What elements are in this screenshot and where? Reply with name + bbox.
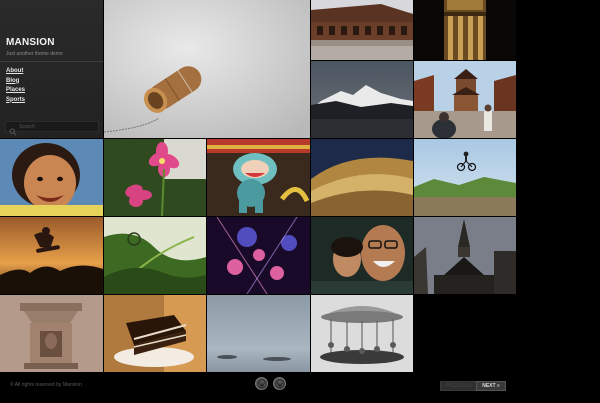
main-nav: About Blog Places Sports [6, 67, 25, 105]
site-tagline: Just another theme demo [6, 51, 63, 57]
photo-tile-friends-selfie[interactable] [311, 217, 413, 294]
footer: © All rights reserved by Mansion PREVIOU… [0, 372, 600, 403]
previous-button[interactable]: PREVIOUS [440, 381, 476, 391]
pagination: PREVIOUS NEXT » [440, 381, 506, 391]
sidebar: MANSION Just another theme demo About Bl… [0, 0, 103, 138]
photo-tile-abstract-curve[interactable] [311, 139, 413, 216]
search-input[interactable] [19, 123, 98, 130]
brand: MANSION Just another theme demo [6, 37, 63, 57]
photo-tile-palace-courtyard[interactable] [311, 0, 413, 60]
search-icon [9, 123, 17, 136]
photo-tile-temple-square[interactable] [414, 61, 516, 138]
nav-item-about[interactable]: About [6, 68, 23, 74]
photo-tile-lake-island[interactable] [207, 295, 310, 372]
photo-tile-foggy-boat[interactable] [104, 0, 310, 138]
photo-tile-lion-statue[interactable] [207, 139, 310, 216]
site-title[interactable]: MANSION [6, 37, 63, 48]
nav-item-places[interactable]: Places [6, 87, 25, 93]
photo-tile-mountain-sunrise[interactable] [311, 61, 413, 138]
photo-tile-pink-flowers[interactable] [104, 139, 206, 216]
photo-tile-chocolate-cake[interactable] [104, 295, 206, 372]
search-box [5, 121, 99, 136]
photo-tile-bmx-jump[interactable] [414, 139, 516, 216]
wordpress-icon[interactable] [273, 377, 286, 390]
photo-tile-skateboard-jump[interactable] [0, 217, 103, 294]
social-links [255, 377, 286, 390]
nav-item-blog[interactable]: Blog [6, 78, 19, 84]
photo-tile-stupa-dusk[interactable] [414, 217, 516, 294]
photo-tile-stone-shrine[interactable] [0, 295, 103, 372]
copyright-text: © All rights reserved by Mansion [10, 382, 82, 388]
photo-tile-concert-lights[interactable] [207, 217, 310, 294]
sidebar-divider [0, 61, 103, 62]
next-button[interactable]: NEXT » [476, 381, 506, 391]
photo-tile-smiling-child[interactable] [0, 139, 103, 216]
wordpress-icon[interactable] [255, 377, 268, 390]
photo-tile-temple-pillars-night[interactable] [414, 0, 516, 60]
photo-tile-carousel[interactable] [311, 295, 413, 372]
nav-item-sports[interactable]: Sports [6, 97, 25, 103]
photo-tile-green-leaf[interactable] [104, 217, 206, 294]
